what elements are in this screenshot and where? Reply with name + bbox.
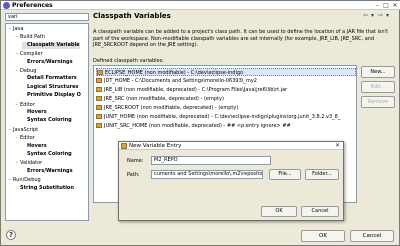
variable-row[interactable]: JDT_HOME - C:\Documents and Settings\mor… bbox=[96, 77, 356, 85]
tree-item[interactable]: − Java bbox=[8, 25, 24, 32]
forward-icon[interactable]: ⇨ bbox=[378, 12, 383, 19]
variable-text: ECLIPSE_HOME (non modifiable) - C:\dev\e… bbox=[105, 70, 244, 76]
tree-item[interactable]: Detail Formatters bbox=[22, 75, 77, 82]
variable-row[interactable]: ECLIPSE_HOME (non modifiable) - C:\dev\e… bbox=[96, 68, 356, 76]
variable-icon bbox=[96, 105, 102, 110]
preferences-tree: − Java − Build Path Classpath Variable − Compi… bbox=[5, 23, 89, 221]
tree-item[interactable]: Classpath Variable bbox=[22, 41, 80, 49]
tree-item-label: Validator bbox=[20, 160, 43, 167]
dialog-ok-button[interactable]: OK bbox=[261, 206, 297, 217]
variable-name-input[interactable]: M2_REPO bbox=[151, 156, 271, 165]
tree-item[interactable]: − Editor bbox=[15, 134, 35, 141]
tree-item-label: Detail Formatters bbox=[27, 75, 77, 82]
tree-item-label: Java bbox=[13, 26, 24, 32]
tree-item-label: Compiler bbox=[20, 51, 43, 58]
window-titlebar: Preferences – □ ✕ bbox=[1, 1, 400, 10]
tree-item[interactable]: − Editor bbox=[15, 101, 35, 108]
variable-row[interactable]: JRE_LIB (non modifiable, deprecated) - C… bbox=[96, 86, 356, 94]
variable-row[interactable]: JUNIT_HOME (non modifiable, deprecated) … bbox=[96, 113, 356, 121]
tree-item-label: Errors/Warnings bbox=[27, 167, 73, 174]
tree-item-label: Hovers bbox=[27, 142, 47, 149]
variable-icon bbox=[96, 87, 102, 92]
tree-item-label: Primitive Display O bbox=[27, 92, 81, 99]
variable-text: JUNIT_HOME (non modifiable, deprecated) … bbox=[104, 114, 341, 120]
page-description: A classpath variable can be added to a p… bbox=[93, 29, 389, 48]
tree-item-label: Run/Debug bbox=[13, 177, 41, 184]
tree-item[interactable]: − Compiler bbox=[15, 50, 43, 57]
variables-list-label: Defined classpath variables: bbox=[93, 58, 164, 64]
dialog-close-icon[interactable]: ✕ bbox=[335, 142, 340, 149]
cancel-button[interactable]: Cancel bbox=[350, 230, 394, 242]
variable-text: JUNIT_SRC_HOME (non modifiable, deprecat… bbox=[104, 123, 291, 129]
remove-variable-button[interactable]: Remove bbox=[361, 96, 395, 108]
variable-text: JRE_SRCROOT (non modifiable, deprecated)… bbox=[104, 105, 239, 111]
variable-icon bbox=[96, 123, 102, 128]
edit-variable-button[interactable]: Edit... bbox=[361, 81, 395, 93]
tree-item-label: Debug bbox=[20, 68, 37, 74]
dialog-cancel-button[interactable]: Cancel bbox=[301, 206, 339, 217]
tree-item[interactable]: − Debug bbox=[15, 67, 36, 74]
tree-item[interactable]: Hovers bbox=[22, 143, 47, 150]
new-variable-dialog: New Variable Entry ✕ Name: M2_REPO Path:… bbox=[118, 141, 344, 221]
name-label: Name: bbox=[127, 158, 144, 164]
tree-item-label: Syntax Coloring bbox=[27, 151, 72, 157]
tree-item[interactable]: Errors/Warnings bbox=[22, 59, 73, 66]
tree-item[interactable]: String Substitution bbox=[15, 185, 74, 192]
tree-item-label: Classpath Variable bbox=[27, 41, 80, 48]
tree-item-label: Syntax Coloring bbox=[27, 117, 72, 124]
tree-item-label: Errors/Warnings bbox=[27, 58, 73, 65]
minimize-button[interactable]: – bbox=[373, 2, 381, 9]
new-variable-button[interactable]: New... bbox=[361, 66, 395, 78]
variable-icon bbox=[96, 78, 102, 83]
dialog-title: New Variable Entry bbox=[129, 143, 182, 149]
variable-text: JRE_LIB (non modifiable, deprecated) - C… bbox=[104, 87, 288, 93]
close-window-button[interactable]: ✕ bbox=[391, 2, 399, 9]
tree-item[interactable]: Hovers bbox=[22, 109, 47, 116]
tree-item[interactable]: Logical Structures bbox=[22, 84, 78, 91]
tree-item[interactable]: Primitive Display O bbox=[22, 92, 81, 99]
tree-item-label: String Substitution bbox=[20, 184, 74, 191]
back-icon[interactable]: ⇦ bbox=[363, 12, 368, 19]
forward-menu-icon[interactable]: ▾ bbox=[386, 12, 389, 19]
filter-input[interactable]: vari bbox=[5, 13, 89, 21]
tree-item[interactable]: − Validator bbox=[15, 159, 42, 166]
folder-button[interactable]: Folder... bbox=[305, 169, 339, 180]
tree-item[interactable]: − Run/Debug bbox=[8, 176, 41, 183]
tree-item[interactable]: Syntax Coloring bbox=[22, 151, 72, 158]
variable-text: JDT_HOME - C:\Documents and Settings\mor… bbox=[104, 78, 257, 84]
variable-icon bbox=[121, 143, 127, 149]
maximize-button[interactable]: □ bbox=[382, 2, 390, 9]
tree-item-label: Build Path bbox=[20, 34, 46, 41]
variable-row[interactable]: JRE_SRC (non modifiable, deprecated) - (… bbox=[96, 95, 356, 103]
tree-item[interactable]: Errors/Warnings bbox=[22, 168, 73, 175]
file-button[interactable]: File... bbox=[269, 169, 301, 180]
variable-row[interactable]: JUNIT_SRC_HOME (non modifiable, deprecat… bbox=[96, 122, 356, 130]
page-title: Classpath Variables bbox=[93, 12, 171, 20]
dialog-titlebar: New Variable Entry ✕ bbox=[119, 142, 343, 150]
help-icon[interactable]: ? bbox=[6, 230, 16, 240]
variable-path-input[interactable]: cuments and Settings\morello\.m2\reposit… bbox=[151, 170, 263, 179]
tree-item-label: Editor bbox=[20, 101, 35, 108]
variable-text: JRE_SRC (non modifiable, deprecated) - (… bbox=[104, 96, 224, 102]
back-menu-icon[interactable]: ▾ bbox=[371, 12, 374, 19]
app-icon bbox=[3, 2, 10, 9]
tree-item-label: Hovers bbox=[27, 109, 47, 115]
tree-item-label: JavaScript bbox=[13, 126, 39, 133]
window-title: Preferences bbox=[12, 2, 53, 9]
tree-item-label: Logical Structures bbox=[27, 83, 79, 90]
variable-icon bbox=[96, 114, 102, 119]
variable-icon bbox=[97, 70, 103, 75]
tree-item[interactable]: − JavaScript bbox=[8, 126, 38, 133]
tree-item[interactable]: Syntax Coloring bbox=[22, 117, 72, 124]
preferences-window: Preferences – □ ✕ vari − Java − Build Path C… bbox=[0, 0, 400, 246]
variable-icon bbox=[96, 96, 102, 101]
path-label: Path: bbox=[127, 172, 140, 178]
tree-item-label: Editor bbox=[20, 135, 35, 142]
variable-row[interactable]: JRE_SRCROOT (non modifiable, deprecated)… bbox=[96, 104, 356, 112]
tree-item[interactable]: − Build Path bbox=[15, 33, 45, 40]
ok-button[interactable]: OK bbox=[301, 230, 345, 242]
